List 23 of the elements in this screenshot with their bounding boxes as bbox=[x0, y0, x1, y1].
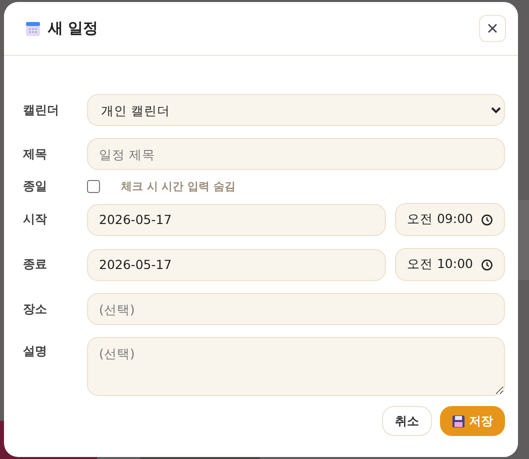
dialog-title: 새 일정 bbox=[48, 19, 100, 38]
date-field[interactable]: 2026-05-17 bbox=[87, 248, 386, 280]
clock-icon bbox=[481, 258, 493, 270]
field-label: 종료 bbox=[23, 256, 48, 273]
date-field[interactable]: 2026-05-17 bbox=[87, 204, 386, 236]
field-label: 시작 bbox=[23, 211, 48, 228]
field-label: 설명 bbox=[23, 343, 48, 360]
calendar-icon bbox=[25, 20, 41, 36]
calendar-select[interactable]: 개인 캘린더 bbox=[87, 94, 505, 126]
field-label: 제목 bbox=[23, 146, 48, 162]
input-field[interactable]: (선택) bbox=[87, 293, 505, 325]
time-field[interactable]: 오전 09:00 bbox=[395, 203, 505, 236]
all-day-checkbox[interactable] bbox=[87, 180, 100, 193]
time-field[interactable]: 오전 10:00 bbox=[395, 248, 505, 281]
field-label: 장소 bbox=[23, 300, 48, 318]
close-button[interactable]: × bbox=[479, 15, 506, 42]
clock-icon bbox=[481, 214, 493, 226]
input-field[interactable]: 일정 제목 bbox=[87, 138, 505, 170]
cancel-button[interactable]: 취소 bbox=[382, 406, 432, 436]
description-field[interactable]: (선택) bbox=[87, 337, 505, 396]
field-label: 종일 bbox=[23, 178, 48, 195]
checkbox-hint: 체크 시 시간 입력 숨김 bbox=[121, 179, 236, 194]
field-label: 캘린더 bbox=[23, 102, 60, 118]
